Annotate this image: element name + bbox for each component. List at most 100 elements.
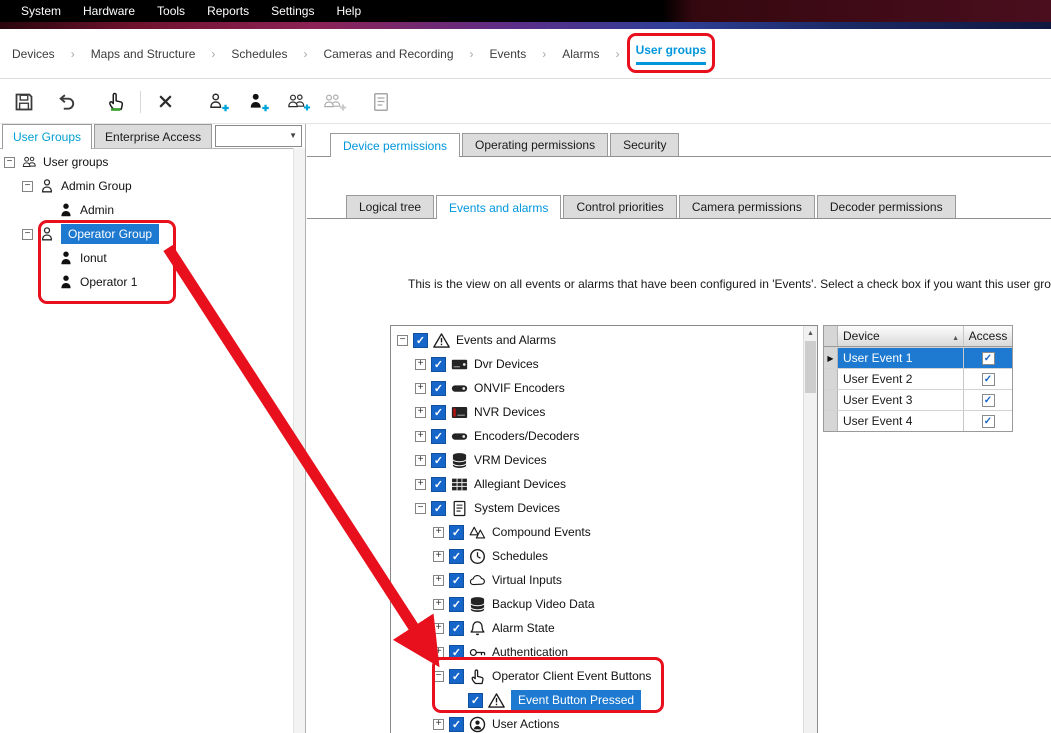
expand-toggle[interactable]	[415, 503, 426, 514]
checkbox-event-button-pressed[interactable]	[468, 693, 483, 708]
scrollbar-thumb[interactable]	[805, 341, 816, 393]
checkbox-onvif-encoders[interactable]	[431, 381, 446, 396]
tree-item-admin[interactable]: Admin	[0, 198, 292, 222]
checkbox-backup-video-data[interactable]	[449, 597, 464, 612]
expand-toggle[interactable]	[22, 181, 33, 192]
undo-button[interactable]	[52, 88, 80, 116]
expand-toggle[interactable]	[415, 479, 426, 490]
save-button[interactable]	[10, 88, 38, 116]
expand-toggle[interactable]	[415, 407, 426, 418]
tab-logical-tree[interactable]: Logical tree	[346, 195, 434, 218]
tree-item-ionut[interactable]: Ionut	[0, 246, 292, 270]
new-enterprise-user-group-button[interactable]	[285, 88, 313, 116]
expand-toggle[interactable]	[415, 383, 426, 394]
breadcrumb-alarms[interactable]: Alarms	[562, 47, 599, 61]
menu-help[interactable]: Help	[325, 4, 372, 18]
delete-button[interactable]	[151, 88, 179, 116]
checkbox-allegiant-devices[interactable]	[431, 477, 446, 492]
checkbox-dvr-devices[interactable]	[431, 357, 446, 372]
checkbox-system-devices[interactable]	[431, 501, 446, 516]
access-checkbox[interactable]	[982, 373, 995, 386]
menu-tools[interactable]: Tools	[146, 4, 196, 18]
access-checkbox[interactable]	[982, 352, 995, 365]
events-tree-item-vrm-devices[interactable]: VRM Devices	[391, 448, 803, 472]
events-tree-scrollbar[interactable]	[803, 326, 817, 733]
expand-toggle[interactable]	[415, 431, 426, 442]
checkbox-authentication[interactable]	[449, 645, 464, 660]
checkbox-vrm-devices[interactable]	[431, 453, 446, 468]
events-tree-item-backup-video-data[interactable]: Backup Video Data	[391, 592, 803, 616]
expand-toggle[interactable]	[433, 671, 444, 682]
tab-device-permissions[interactable]: Device permissions	[330, 133, 460, 157]
breadcrumb-user-groups[interactable]: User groups	[636, 43, 707, 65]
new-dual-authorization-group-button[interactable]	[245, 88, 273, 116]
column-header-access[interactable]: Access	[964, 326, 1012, 346]
expand-toggle[interactable]	[415, 359, 426, 370]
scroll-up-icon[interactable]	[804, 326, 817, 340]
expand-toggle[interactable]	[4, 157, 15, 168]
events-tree-item-dvr-devices[interactable]: Dvr Devices	[391, 352, 803, 376]
expand-toggle[interactable]	[433, 551, 444, 562]
tree-item-operator-group[interactable]: Operator Group	[0, 222, 292, 246]
events-tree-item-user-actions[interactable]: User Actions	[391, 712, 803, 733]
checkbox-compound-events[interactable]	[449, 525, 464, 540]
expand-toggle[interactable]	[433, 719, 444, 730]
menu-reports[interactable]: Reports	[196, 4, 260, 18]
breadcrumb-devices[interactable]: Devices	[12, 47, 55, 61]
tab-camera-permissions[interactable]: Camera permissions	[679, 195, 815, 218]
tree-item-admin-group[interactable]: Admin Group	[0, 174, 292, 198]
checkbox-alarm-state[interactable]	[449, 621, 464, 636]
breadcrumb-maps-and-structure[interactable]: Maps and Structure	[91, 47, 196, 61]
checkbox-user-actions[interactable]	[449, 717, 464, 732]
access-checkbox[interactable]	[982, 394, 995, 407]
events-tree-item-system-devices[interactable]: System Devices	[391, 496, 803, 520]
user-group-filter-dropdown[interactable]	[215, 125, 302, 147]
tree-item-operator-1[interactable]: Operator 1	[0, 270, 292, 294]
expand-toggle[interactable]	[433, 647, 444, 658]
events-tree-item-nvr-devices[interactable]: NVR Devices	[391, 400, 803, 424]
access-checkbox[interactable]	[982, 415, 995, 428]
checkbox-nvr-devices[interactable]	[431, 405, 446, 420]
new-user-group-button[interactable]	[205, 88, 233, 116]
events-tree-item-alarm-state[interactable]: Alarm State	[391, 616, 803, 640]
events-tree-item-encoders-decoders[interactable]: Encoders/Decoders	[391, 424, 803, 448]
events-tree-item-events-and-alarms[interactable]: Events and Alarms	[391, 328, 803, 352]
left-panel-scrollbar[interactable]	[293, 148, 305, 733]
tab-operating-permissions[interactable]: Operating permissions	[462, 133, 608, 156]
tab-user-groups[interactable]: User Groups	[2, 124, 92, 149]
checkbox-encoders-decoders[interactable]	[431, 429, 446, 444]
events-tree-item-schedules[interactable]: Schedules	[391, 544, 803, 568]
breadcrumb-schedules[interactable]: Schedules	[231, 47, 287, 61]
table-row-user-event-2[interactable]: User Event 2	[824, 368, 1012, 389]
table-row-user-event-1[interactable]: User Event 1	[824, 347, 1012, 368]
tab-control-priorities[interactable]: Control priorities	[563, 195, 676, 218]
checkbox-events-and-alarms[interactable]	[413, 333, 428, 348]
expand-toggle[interactable]	[433, 623, 444, 634]
tree-item-user-groups[interactable]: User groups	[0, 150, 292, 174]
expand-toggle[interactable]	[415, 455, 426, 466]
checkbox-operator-client-event-buttons[interactable]	[449, 669, 464, 684]
breadcrumb-cameras-and-recording[interactable]: Cameras and Recording	[323, 47, 453, 61]
menu-settings[interactable]: Settings	[260, 4, 325, 18]
expand-toggle[interactable]	[22, 229, 33, 240]
events-tree-item-compound-events[interactable]: Compound Events	[391, 520, 803, 544]
menu-hardware[interactable]: Hardware	[72, 4, 146, 18]
checkbox-virtual-inputs[interactable]	[449, 573, 464, 588]
table-row-user-event-4[interactable]: User Event 4	[824, 410, 1012, 431]
tab-security[interactable]: Security	[610, 133, 679, 156]
events-tree-item-event-button-pressed[interactable]: Event Button Pressed	[391, 688, 803, 712]
expand-toggle[interactable]	[433, 599, 444, 610]
events-tree-item-operator-client-event-buttons[interactable]: Operator Client Event Buttons	[391, 664, 803, 688]
events-tree-item-virtual-inputs[interactable]: Virtual Inputs	[391, 568, 803, 592]
tab-events-and-alarms[interactable]: Events and alarms	[436, 195, 561, 219]
checkbox-schedules[interactable]	[449, 549, 464, 564]
events-tree-item-authentication[interactable]: Authentication	[391, 640, 803, 664]
table-row-user-event-3[interactable]: User Event 3	[824, 389, 1012, 410]
tab-enterprise-access[interactable]: Enterprise Access	[94, 124, 212, 148]
menu-system[interactable]: System	[10, 4, 72, 18]
tab-decoder-permissions[interactable]: Decoder permissions	[817, 195, 956, 218]
breadcrumb-events[interactable]: Events	[490, 47, 527, 61]
press-button-hand-button[interactable]	[102, 88, 130, 116]
expand-toggle[interactable]	[433, 527, 444, 538]
expand-toggle[interactable]	[433, 575, 444, 586]
